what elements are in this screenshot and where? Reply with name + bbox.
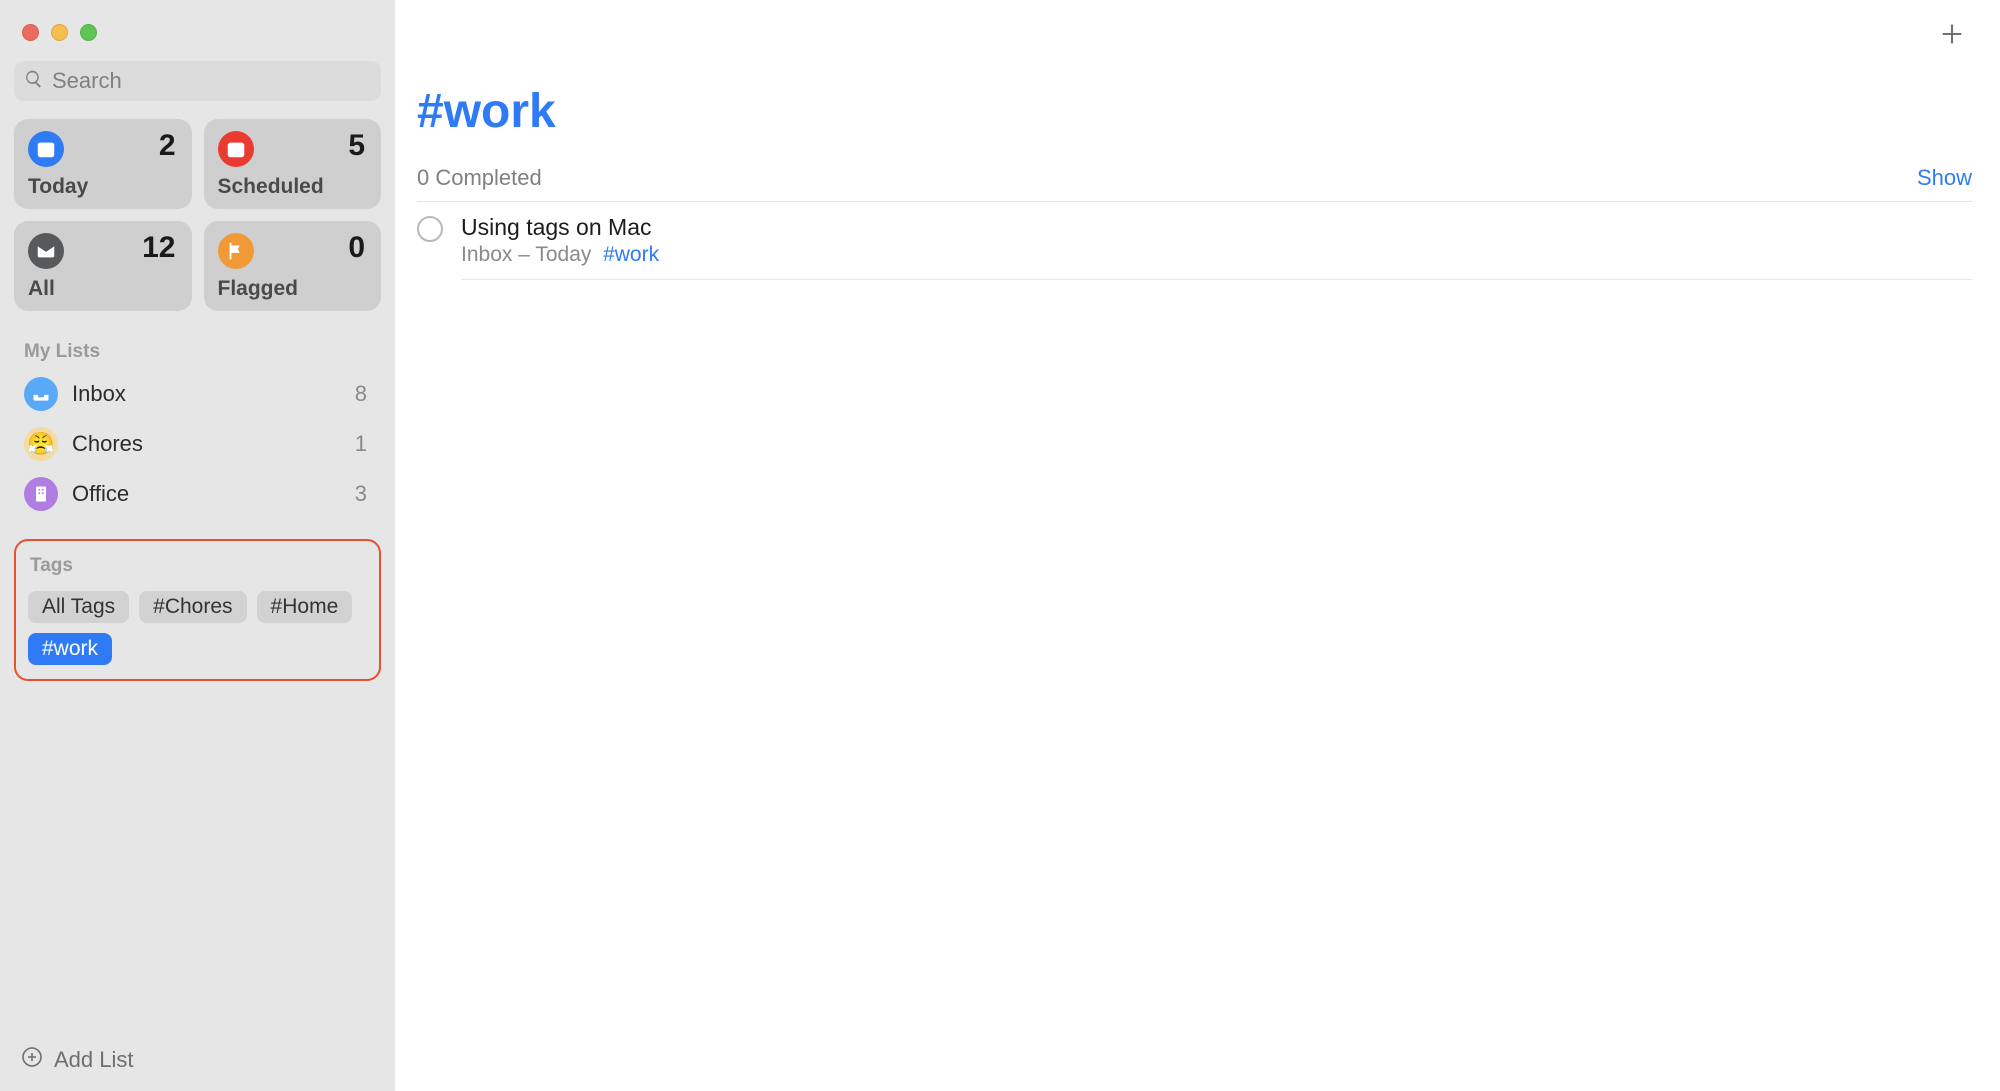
page-title: #work <box>417 84 1972 139</box>
list-row-chores[interactable]: 😤 Chores 1 <box>14 419 381 469</box>
task-tag[interactable]: #work <box>603 243 659 266</box>
add-list-button[interactable]: Add List <box>14 1029 381 1091</box>
main-toolbar <box>417 22 1972 54</box>
emoji-icon: 😤 <box>24 427 58 461</box>
show-completed-link[interactable]: Show <box>1917 165 1972 191</box>
scheduled-icon <box>218 131 254 167</box>
tag-chores[interactable]: #Chores <box>139 591 246 623</box>
all-icon <box>28 233 64 269</box>
task-meta-text: Inbox – Today <box>461 243 591 266</box>
my-lists: Inbox 8 😤 Chores 1 Office 3 <box>14 369 381 519</box>
smart-list-all[interactable]: 12 All <box>14 221 192 311</box>
building-icon <box>24 477 58 511</box>
list-row-office[interactable]: Office 3 <box>14 469 381 519</box>
list-name: Office <box>72 481 341 507</box>
smart-lists: 2 Today 5 Scheduled 12 All 0 Flagged <box>14 119 381 311</box>
tags-list: All Tags #Chores #Home #work <box>28 591 367 665</box>
minimize-window-button[interactable] <box>51 24 68 41</box>
tags-header: Tags <box>28 551 367 583</box>
tray-icon <box>24 377 58 411</box>
tag-home[interactable]: #Home <box>257 591 353 623</box>
completed-row: 0 Completed Show <box>417 165 1972 202</box>
main-content: #work 0 Completed Show Using tags on Mac… <box>395 0 2000 1091</box>
flagged-label: Flagged <box>218 277 299 301</box>
scheduled-count: 5 <box>348 129 365 163</box>
all-count: 12 <box>142 231 175 265</box>
task-title: Using tags on Mac <box>461 214 1972 241</box>
list-count: 1 <box>355 431 371 457</box>
window-controls <box>14 18 381 61</box>
list-row-inbox[interactable]: Inbox 8 <box>14 369 381 419</box>
smart-list-scheduled[interactable]: 5 Scheduled <box>204 119 382 209</box>
search-input[interactable] <box>52 68 371 94</box>
tags-section: Tags All Tags #Chores #Home #work <box>14 539 381 681</box>
plus-icon <box>1938 20 1966 53</box>
task-body: Using tags on Mac Inbox – Today #work <box>461 214 1972 280</box>
completed-count-label: 0 Completed <box>417 165 542 191</box>
list-count: 8 <box>355 381 371 407</box>
flagged-icon <box>218 233 254 269</box>
tag-work[interactable]: #work <box>28 633 112 665</box>
flagged-count: 0 <box>348 231 365 265</box>
list-name: Chores <box>72 431 341 457</box>
today-icon <box>28 131 64 167</box>
fullscreen-window-button[interactable] <box>80 24 97 41</box>
new-reminder-button[interactable] <box>1934 18 1970 54</box>
list-name: Inbox <box>72 381 341 407</box>
tag-all[interactable]: All Tags <box>28 591 129 623</box>
task-meta: Inbox – Today #work <box>461 243 1972 267</box>
smart-list-flagged[interactable]: 0 Flagged <box>204 221 382 311</box>
smart-list-today[interactable]: 2 Today <box>14 119 192 209</box>
add-list-label: Add List <box>54 1047 134 1073</box>
my-lists-header: My Lists <box>14 337 381 369</box>
sidebar: 2 Today 5 Scheduled 12 All 0 Flagged My … <box>0 0 395 1091</box>
plus-circle-icon <box>20 1045 44 1075</box>
search-field[interactable] <box>14 61 381 101</box>
task-complete-toggle[interactable] <box>417 216 443 242</box>
search-icon <box>24 69 44 94</box>
today-count: 2 <box>159 129 176 163</box>
list-count: 3 <box>355 481 371 507</box>
all-label: All <box>28 277 55 301</box>
today-label: Today <box>28 175 88 199</box>
task-row[interactable]: Using tags on Mac Inbox – Today #work <box>417 202 1972 280</box>
close-window-button[interactable] <box>22 24 39 41</box>
scheduled-label: Scheduled <box>218 175 324 199</box>
